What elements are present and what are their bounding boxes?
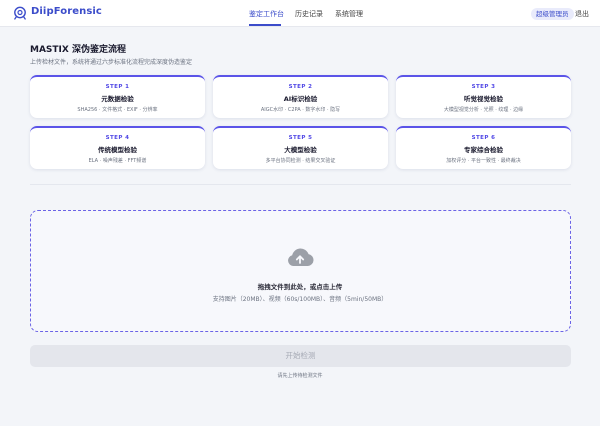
page-title: MASTIX 深伪鉴定流程 bbox=[30, 45, 126, 55]
step-description: AIGC水印 · C2PA · 数字水印 · 隐写 bbox=[260, 107, 341, 113]
step-title: 大模型检验 bbox=[284, 146, 317, 154]
brand-name[interactable]: DiipForensic bbox=[31, 6, 102, 17]
step-title: AI标识检验 bbox=[283, 95, 318, 103]
step-title: 听觉视觉检验 bbox=[464, 95, 503, 103]
upload-prompt: 拖拽文件到此处，或点击上传 bbox=[257, 283, 343, 291]
step-number: STEP 5 bbox=[288, 135, 313, 141]
step-title: 元数据检验 bbox=[101, 95, 134, 103]
step-description: 加权评分 · 平台一致性 · 最终裁决 bbox=[446, 158, 521, 164]
section-divider bbox=[30, 184, 571, 185]
step-card-4: STEP 4 传统模型检验 ELA · 噪声残差 · FFT频谱 bbox=[30, 126, 205, 169]
nav-item-history[interactable]: 历史记录 bbox=[295, 9, 323, 19]
step-card-3: STEP 3 听觉视觉检验 大模型视觉分析 · 光照 · 纹理 · 边缘 bbox=[396, 75, 571, 118]
user-role-badge[interactable]: 超级管理员 bbox=[531, 8, 574, 20]
top-navigation-bar: DiipForensic 鉴定工作台 历史记录 系统管理 超级管理员 退出 bbox=[0, 0, 600, 27]
step-card-6: STEP 6 专家综合检验 加权评分 · 平台一致性 · 最终裁决 bbox=[396, 126, 571, 169]
start-detection-button[interactable]: 开始检测 bbox=[30, 345, 571, 367]
page-subtitle: 上传检材文件，系统将通过六步标准化流程完成深度伪造鉴定 bbox=[30, 59, 193, 66]
shield-check-icon[interactable] bbox=[13, 6, 27, 20]
step-description: ELA · 噪声残差 · FFT频谱 bbox=[88, 158, 147, 164]
step-number: STEP 4 bbox=[105, 135, 130, 141]
step-card-2: STEP 2 AI标识检验 AIGC水印 · C2PA · 数字水印 · 隐写 bbox=[213, 75, 388, 118]
nav-item-system-admin[interactable]: 系统管理 bbox=[335, 9, 363, 19]
upload-limits-hint: 支持图片（20MB）、视频（60s/100MB）、音频（5min/50MB） bbox=[212, 296, 388, 303]
step-title: 传统模型检验 bbox=[98, 146, 137, 154]
step-card-1: STEP 1 元数据检验 SHA256 · 文件格式 · EXIF · 分辨率 bbox=[30, 75, 205, 118]
step-number: STEP 1 bbox=[105, 84, 130, 90]
upload-required-hint: 请先上传待检测文件 bbox=[277, 373, 323, 379]
step-number: STEP 2 bbox=[288, 84, 313, 90]
nav-item-workbench[interactable]: 鉴定工作台 bbox=[249, 9, 284, 19]
cloud-upload-icon bbox=[288, 248, 314, 266]
step-number: STEP 6 bbox=[471, 135, 496, 141]
step-card-5: STEP 5 大模型检验 多平台协同检测 · 结果交叉验证 bbox=[213, 126, 388, 169]
active-tab-indicator bbox=[249, 24, 281, 26]
logout-link[interactable]: 退出 bbox=[575, 9, 589, 19]
step-description: 多平台协同检测 · 结果交叉验证 bbox=[265, 158, 336, 164]
file-upload-dropzone[interactable] bbox=[30, 210, 571, 332]
step-title: 专家综合检验 bbox=[464, 146, 503, 154]
step-description: 大模型视觉分析 · 光照 · 纹理 · 边缘 bbox=[443, 107, 524, 113]
step-description: SHA256 · 文件格式 · EXIF · 分辨率 bbox=[77, 107, 158, 113]
step-number: STEP 3 bbox=[471, 84, 496, 90]
